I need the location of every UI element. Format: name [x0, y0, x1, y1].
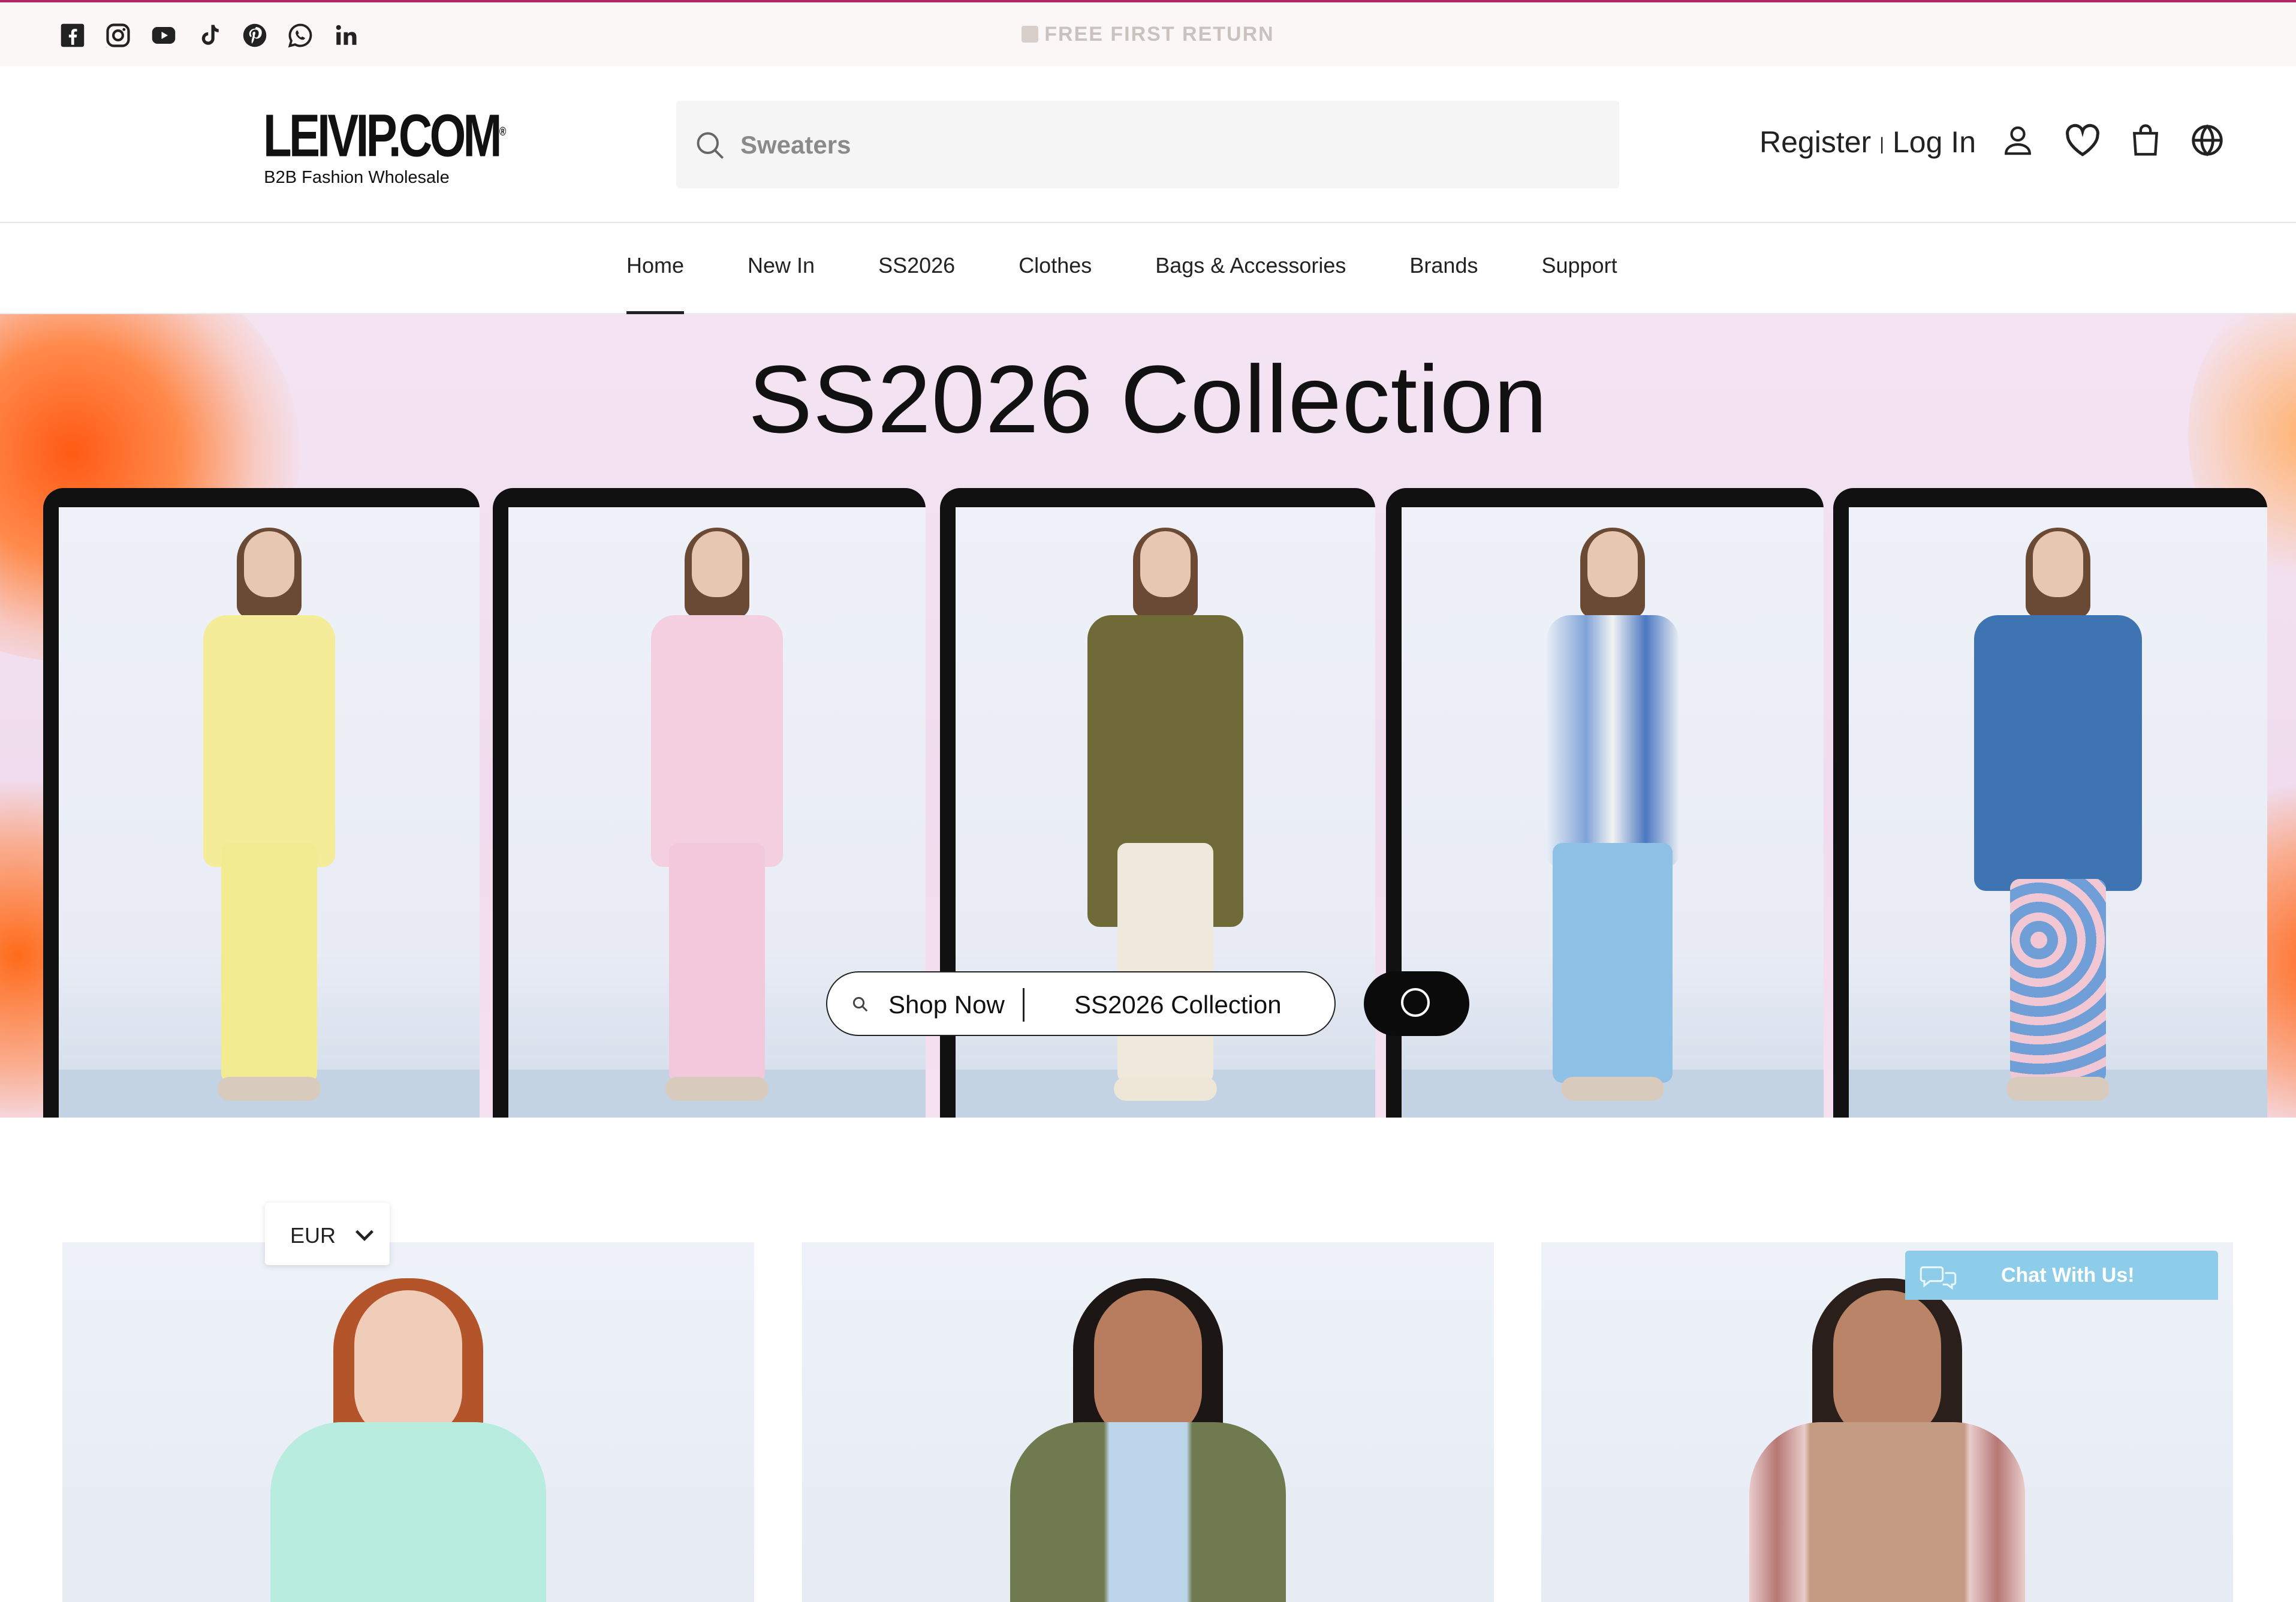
model-shoes	[1114, 1077, 1217, 1101]
model-shoes	[218, 1077, 321, 1101]
model-top	[1749, 1422, 2025, 1602]
search-icon[interactable]	[694, 130, 725, 161]
model-head	[244, 531, 294, 597]
site-header: LEIVIP.COM® B2B Fashion Wholesale Regist…	[0, 66, 2296, 223]
account-links: Register | Log In	[1759, 125, 1976, 159]
nav-new-in[interactable]: New In	[748, 253, 815, 314]
model-top	[651, 615, 783, 867]
register-link[interactable]: Register	[1759, 125, 1871, 159]
nav-ss2026[interactable]: SS2026	[878, 253, 955, 314]
model-shoes	[2006, 1077, 2110, 1101]
model-head	[1094, 1290, 1202, 1440]
model-top	[270, 1422, 546, 1602]
product-card[interactable]	[62, 1242, 754, 1602]
model-head	[1140, 531, 1191, 597]
nav-support[interactable]: Support	[1541, 253, 1617, 314]
model-figure	[1523, 528, 1703, 1118]
globe-icon[interactable]	[2190, 124, 2224, 157]
model-bottom	[1553, 843, 1673, 1083]
model-bottom	[669, 843, 765, 1083]
logo-wordmark: LEIVIP.COM®	[263, 102, 507, 170]
heart-icon[interactable]	[2065, 124, 2101, 157]
model-head	[2033, 531, 2083, 597]
model-head	[692, 531, 742, 597]
announcement-bar: FREE FIRST RETURN	[0, 0, 2296, 66]
model-bottom	[1117, 843, 1213, 1083]
model-top	[203, 615, 335, 867]
model-bottom	[221, 843, 317, 1083]
model-head	[1587, 531, 1638, 597]
model-head	[354, 1290, 462, 1440]
nav-clothes[interactable]: Clothes	[1019, 253, 1092, 314]
chevron-down-icon	[355, 1230, 373, 1241]
model-figure	[627, 528, 807, 1118]
search-bar[interactable]	[676, 101, 1619, 188]
header-icons	[2001, 124, 2224, 157]
chat-label: Chat With Us!	[2001, 1264, 2135, 1287]
shop-now-label: Shop Now	[888, 990, 1005, 1019]
model-top	[1010, 1422, 1286, 1602]
user-icon[interactable]	[2001, 124, 2035, 157]
panel-screen	[1849, 507, 2267, 1118]
main-nav: Home New In SS2026 Clothes Bags & Access…	[0, 224, 2296, 314]
logo-tagline: B2B Fashion Wholesale	[264, 168, 450, 188]
login-link[interactable]: Log In	[1893, 125, 1976, 159]
model-figure	[179, 528, 359, 1118]
model-shoes	[665, 1077, 769, 1101]
model-figure	[1968, 528, 2148, 1118]
chat-widget-button[interactable]: Chat With Us!	[1905, 1251, 2218, 1300]
hero-title: SS2026 Collection	[748, 345, 1548, 453]
hero-banner[interactable]: SS2026 Collection Shop Now SS2026 Collec…	[0, 314, 2296, 1118]
shop-now-button[interactable]: Shop Now SS2026 Collection	[826, 971, 1336, 1036]
pill-divider	[1023, 988, 1025, 1022]
logo[interactable]: LEIVIP.COM® B2B Fashion Wholesale	[237, 102, 507, 188]
collection-label: SS2026 Collection	[1074, 990, 1282, 1019]
model-top	[1547, 615, 1679, 867]
panel-screen	[1402, 507, 1824, 1118]
nav-bags-accessories[interactable]: Bags & Accessories	[1155, 253, 1346, 314]
announcement-text: FREE FIRST RETURN	[0, 23, 2296, 46]
model-shoes	[1561, 1077, 1664, 1101]
circle-icon	[1401, 988, 1430, 1017]
bag-icon[interactable]	[2131, 124, 2161, 157]
hero-product-image[interactable]	[43, 488, 480, 1118]
product-card[interactable]	[802, 1242, 1494, 1602]
currency-value: EUR	[290, 1223, 336, 1248]
chat-bubble-icon	[1920, 1266, 1957, 1290]
panel-screen	[59, 507, 480, 1118]
box-icon	[1022, 26, 1039, 43]
model-head	[1833, 1290, 1941, 1440]
model-bottom	[2010, 879, 2106, 1083]
account-separator: |	[1879, 134, 1884, 154]
currency-selector[interactable]: EUR	[265, 1203, 390, 1265]
search-icon	[852, 996, 868, 1012]
nav-brands[interactable]: Brands	[1409, 253, 1478, 314]
slide-control-button[interactable]	[1364, 971, 1469, 1036]
model-top	[1974, 615, 2142, 891]
hero-product-image[interactable]	[1833, 488, 2267, 1118]
search-input[interactable]	[739, 124, 1581, 167]
nav-home[interactable]: Home	[626, 253, 685, 314]
